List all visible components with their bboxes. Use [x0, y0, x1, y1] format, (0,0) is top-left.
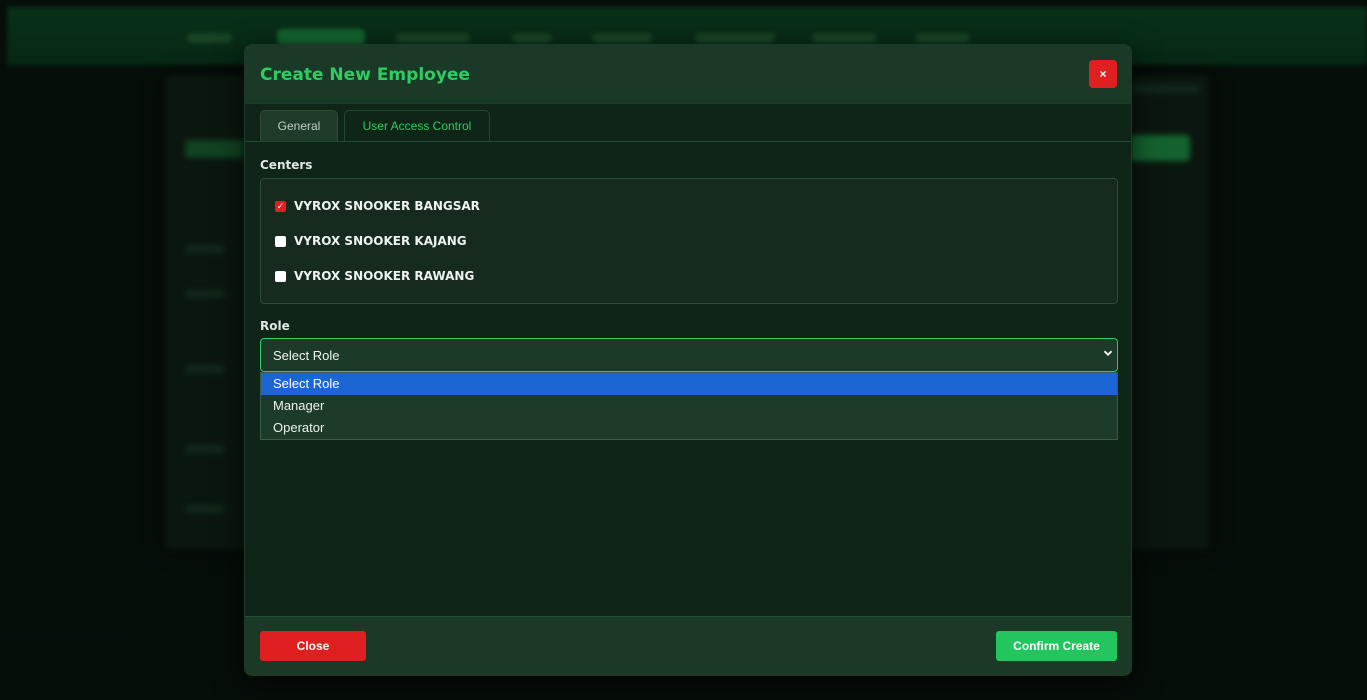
center-label: VYROX SNOOKER KAJANG	[294, 234, 467, 248]
confirm-create-button[interactable]: Confirm Create	[996, 631, 1117, 661]
center-item-rawang[interactable]: VYROX SNOOKER RAWANG	[275, 269, 474, 283]
centers-list: ✓ VYROX SNOOKER BANGSAR VYROX SNOOKER KA…	[260, 178, 1118, 304]
create-employee-modal: Create New Employee × General User Acces…	[244, 44, 1132, 676]
role-option-operator[interactable]: Operator	[261, 417, 1117, 439]
modal-footer: Close Confirm Create	[245, 616, 1131, 675]
tab-general[interactable]: General	[260, 110, 338, 141]
role-select-value: Select Role	[273, 347, 340, 363]
tab-user-access-control[interactable]: User Access Control	[344, 110, 490, 141]
role-select[interactable]: Select Role	[260, 338, 1118, 372]
chevron-down-icon	[1103, 348, 1113, 361]
checkbox-checked-icon[interactable]: ✓	[275, 200, 286, 212]
role-dropdown-list: Select Role Manager Operator	[260, 372, 1118, 440]
close-button[interactable]: Close	[260, 631, 366, 661]
checkbox-unchecked-icon[interactable]	[275, 270, 286, 282]
center-item-kajang[interactable]: VYROX SNOOKER KAJANG	[275, 234, 467, 248]
modal-header: Create New Employee ×	[245, 45, 1131, 104]
center-item-bangsar[interactable]: ✓ VYROX SNOOKER BANGSAR	[275, 199, 480, 213]
role-option-manager[interactable]: Manager	[261, 395, 1117, 417]
center-label: VYROX SNOOKER BANGSAR	[294, 199, 480, 213]
close-icon[interactable]: ×	[1089, 60, 1117, 88]
centers-label: Centers	[260, 158, 313, 172]
modal-title: Create New Employee	[260, 65, 470, 85]
tab-bar: General User Access Control	[245, 103, 1131, 142]
center-label: VYROX SNOOKER RAWANG	[294, 269, 475, 283]
role-option-select-role[interactable]: Select Role	[261, 373, 1117, 395]
role-label: Role	[260, 319, 290, 333]
checkbox-unchecked-icon[interactable]	[275, 235, 286, 247]
